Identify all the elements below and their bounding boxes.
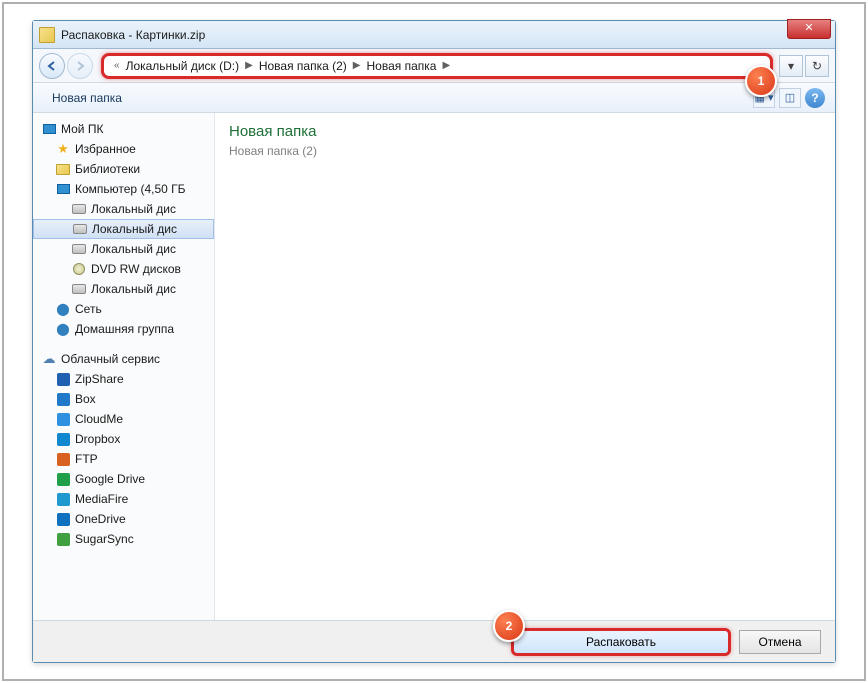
tree-item[interactable]: Локальный дис [33,279,214,299]
tree-item[interactable]: Библиотеки [33,159,214,179]
folder-subtitle: Новая папка (2) [229,144,821,158]
tree-item-label: Компьютер (4,50 ГБ [75,182,186,196]
tree-item-label: FTP [75,452,98,466]
tree-item[interactable]: ⬤Сеть [33,299,214,319]
tree-item-label: SugarSync [75,532,134,546]
tree-item[interactable]: Локальный дис [33,239,214,259]
arrow-left-icon [46,60,58,72]
tree-item[interactable]: Мой ПК [33,119,214,139]
tree-item-label: Мой ПК [61,122,103,136]
breadcrumb-item[interactable]: Новая папка [362,59,440,73]
tree-item-label: Сеть [75,302,102,316]
title-bar: Распаковка - Картинки.zip ✕ [33,21,835,49]
tree-item[interactable]: CloudMe [33,409,214,429]
breadcrumb-item[interactable]: Новая папка (2) [255,59,351,73]
tree-item-label: Избранное [75,142,136,156]
close-button[interactable]: ✕ [787,19,831,39]
folder-tree-sidebar[interactable]: Мой ПК ★Избранное Библиотеки Компьютер (4,5… [33,113,215,620]
breadcrumb-bar[interactable]: « Локальный диск (D:) ▶ Новая папка (2) … [101,53,773,79]
new-folder-button[interactable]: Новая папка [43,87,131,109]
tree-item[interactable]: MediaFire [33,489,214,509]
folder-title: Новая папка [229,123,821,140]
tree-item-label: Google Drive [75,472,145,486]
cancel-button[interactable]: Отмена [739,630,821,654]
tree-item[interactable]: Компьютер (4,50 ГБ [33,179,214,199]
dialog-window: Распаковка - Картинки.zip ✕ « Локальный … [32,20,836,663]
tree-item[interactable]: FTP [33,449,214,469]
tree-item-label: Локальный дис [91,202,176,216]
tree-item-label: OneDrive [75,512,126,526]
chevron-right-icon: ▶ [353,60,361,71]
tree-item-label: Локальный дис [91,282,176,296]
content-pane[interactable]: Новая папка Новая папка (2) [215,113,835,620]
app-icon [39,27,55,43]
window-title: Распаковка - Картинки.zip [61,28,205,42]
tree-item-label: MediaFire [75,492,128,506]
tree-item[interactable]: Локальный дис [33,199,214,219]
tree-item[interactable]: ⬤Домашняя группа [33,319,214,339]
tree-item[interactable]: SugarSync [33,529,214,549]
help-button[interactable]: ? [805,88,825,108]
tree-item[interactable]: Google Drive [33,469,214,489]
callout-badge-1: 1 [745,65,777,97]
dropdown-button[interactable]: ▾ [779,55,803,77]
tree-item-label: ZipShare [75,372,124,386]
tree-item-label: Локальный дис [91,242,176,256]
tree-item[interactable]: ☁Облачный сервис [33,349,214,369]
tree-item-label: Локальный дис [92,222,177,236]
forward-button[interactable] [67,53,93,79]
tree-item-label: DVD RW дисков [91,262,181,276]
tree-item-label: Dropbox [75,432,120,446]
tree-item-label: Box [75,392,96,406]
tree-item-label: Облачный сервис [61,352,160,366]
tree-item-label: CloudMe [75,412,123,426]
back-button[interactable] [39,53,65,79]
tree-item[interactable]: DVD RW дисков [33,259,214,279]
callout-badge-2: 2 [493,610,525,642]
extract-button[interactable]: Распаковать [511,628,731,656]
arrow-right-icon [74,60,86,72]
tree-item[interactable]: Локальный дис [33,219,214,239]
tree-item[interactable]: OneDrive [33,509,214,529]
preview-pane-button[interactable]: ◫ [779,88,801,108]
footer-bar: 2 Распаковать Отмена [33,620,835,662]
tree-item[interactable]: ZipShare [33,369,214,389]
refresh-button[interactable]: ↻ [805,55,829,77]
tree-item-label: Домашняя группа [75,322,174,336]
navigation-row: « Локальный диск (D:) ▶ Новая папка (2) … [33,49,835,83]
chevron-right-icon: ▶ [245,60,253,71]
toolbar: Новая папка ▦ ▾ ◫ ? [33,83,835,113]
tree-item[interactable]: Dropbox [33,429,214,449]
breadcrumb-item[interactable]: Локальный диск (D:) [122,59,244,73]
chevron-right-icon: ▶ [442,60,450,71]
tree-item[interactable]: ★Избранное [33,139,214,159]
breadcrumb-prefix: « [114,60,120,71]
tree-item-label: Библиотеки [75,162,140,176]
tree-item[interactable]: Box [33,389,214,409]
